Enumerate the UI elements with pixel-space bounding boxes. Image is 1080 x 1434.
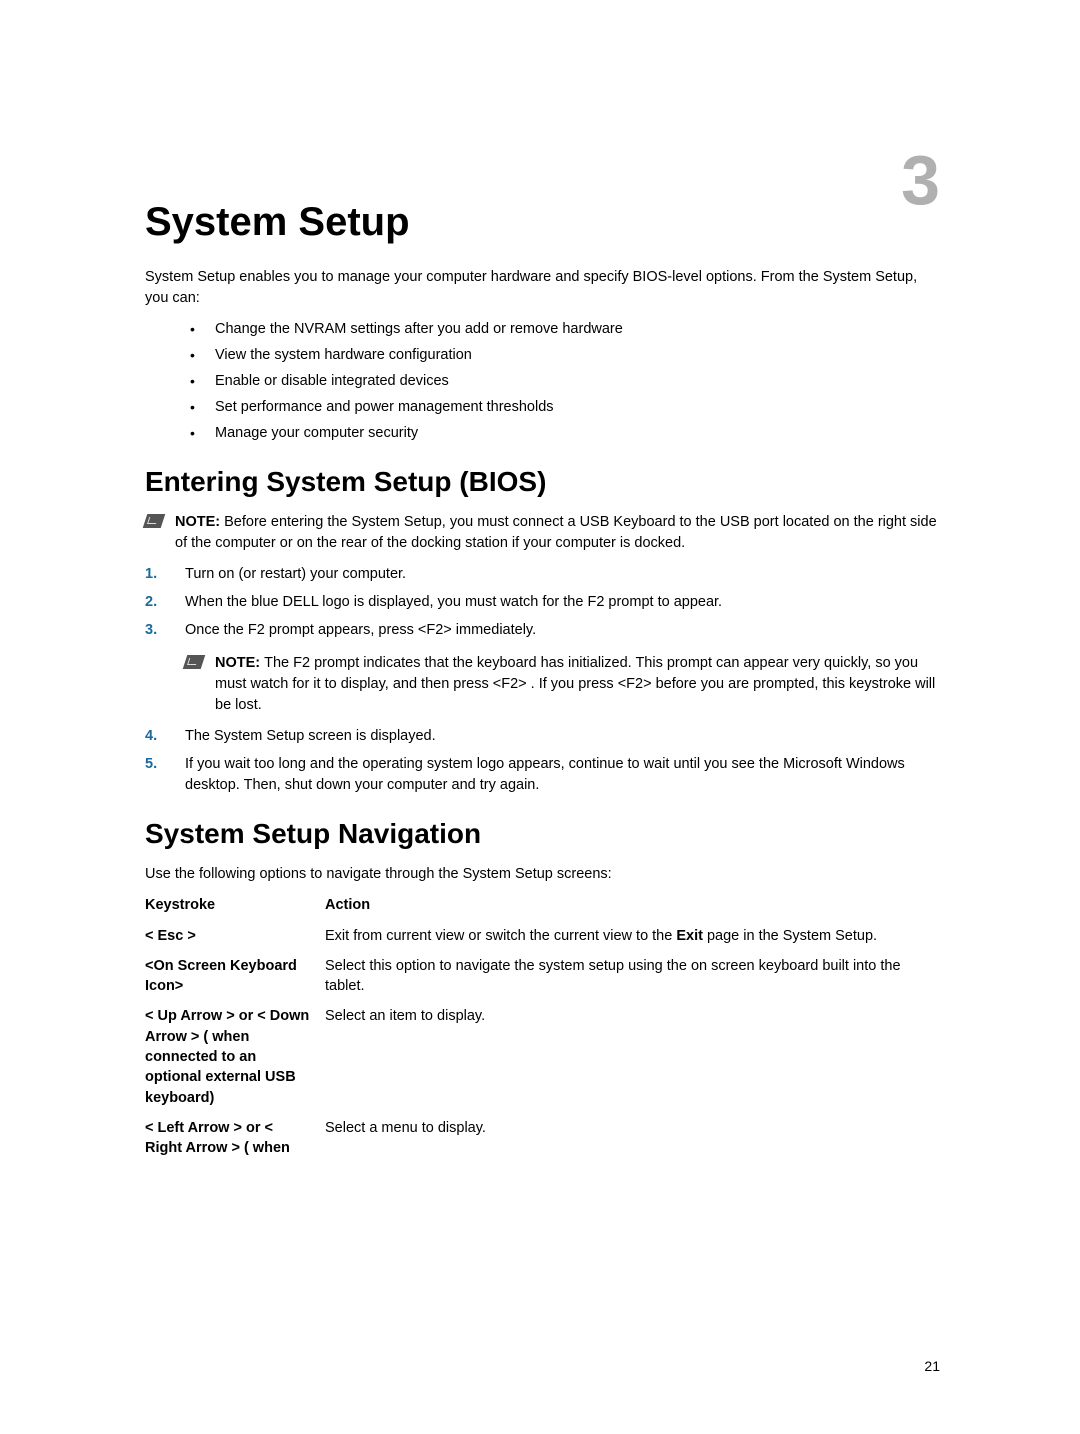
action-cell: Select this option to navigate the syste… (325, 956, 940, 997)
step-text: Once the F2 prompt appears, press <F2> i… (185, 622, 536, 638)
bullet-item: Set performance and power management thr… (190, 397, 940, 418)
step-text: If you wait too long and the operating s… (185, 756, 905, 793)
step-item: 2. When the blue DELL logo is displayed, … (145, 592, 940, 613)
step-text: When the blue DELL logo is displayed, yo… (185, 594, 722, 610)
navigation-table: Keystroke Action < Esc > Exit from curre… (145, 895, 940, 1158)
table-row: < Esc > Exit from current view or switch… (145, 926, 940, 946)
section2-intro: Use the following options to navigate th… (145, 864, 940, 885)
action-cell: Exit from current view or switch the cur… (325, 926, 940, 946)
note-text: NOTE: The F2 prompt indicates that the k… (215, 653, 940, 716)
keystroke-cell: < Up Arrow > or < Down Arrow > ( when co… (145, 1006, 325, 1107)
note-block: NOTE: Before entering the System Setup, … (145, 512, 940, 554)
step-number: 2. (145, 592, 157, 613)
steps-list-continued: 4.The System Setup screen is displayed. … (145, 726, 940, 796)
note-label: NOTE: (215, 655, 264, 671)
keystroke-cell: < Esc > (145, 926, 325, 946)
keystroke-cell: < Left Arrow > or < Right Arrow > ( when (145, 1118, 325, 1159)
bullet-item: View the system hardware configuration (190, 345, 940, 366)
note-block-inner: NOTE: The F2 prompt indicates that the k… (185, 653, 940, 716)
note-body: Before entering the System Setup, you mu… (175, 514, 937, 551)
note-text: NOTE: Before entering the System Setup, … (175, 512, 940, 554)
step-text: The System Setup screen is displayed. (185, 728, 436, 744)
bullet-item: Manage your computer security (190, 423, 940, 444)
section-heading-entering: Entering System Setup (BIOS) (145, 466, 940, 498)
action-text-post: page in the System Setup. (703, 928, 877, 944)
page-number: 21 (924, 1358, 940, 1374)
step-number: 4. (145, 726, 157, 747)
note-icon (143, 514, 166, 528)
step-item: 4. The System Setup screen is displayed. (145, 726, 940, 747)
intro-paragraph: System Setup enables you to manage your … (145, 267, 940, 309)
table-row: <On Screen Keyboard Icon> Select this op… (145, 956, 940, 997)
step-number: 3. (145, 620, 157, 641)
note-icon (183, 655, 206, 669)
note-label: NOTE: (175, 514, 224, 530)
page-title: System Setup (145, 200, 940, 245)
header-keystroke: Keystroke (145, 895, 325, 915)
table-header-row: Keystroke Action (145, 895, 940, 915)
section-heading-navigation: System Setup Navigation (145, 818, 940, 850)
steps-list: 1. Turn on (or restart) your computer. 2.… (145, 564, 940, 641)
step-item: 3. Once the F2 prompt appears, press <F2>… (145, 620, 940, 641)
step-text: Turn on (or restart) your computer. (185, 566, 406, 582)
table-row: < Left Arrow > or < Right Arrow > ( when… (145, 1118, 940, 1159)
table-row: < Up Arrow > or < Down Arrow > ( when co… (145, 1006, 940, 1107)
action-cell: Select a menu to display. (325, 1118, 940, 1159)
step-number: 5. (145, 754, 157, 775)
action-text-bold: Exit (676, 928, 703, 944)
keystroke-cell: <On Screen Keyboard Icon> (145, 956, 325, 997)
step-number: 1. (145, 564, 157, 585)
action-text-pre: Exit from current view or switch the cur… (325, 928, 676, 944)
bullet-item: Enable or disable integrated devices (190, 371, 940, 392)
step-item: 1. Turn on (or restart) your computer. (145, 564, 940, 585)
intro-bullet-list: Change the NVRAM settings after you add … (190, 319, 940, 444)
header-action: Action (325, 895, 940, 915)
note-body: The F2 prompt indicates that the keyboar… (215, 655, 935, 713)
step-item: 5. If you wait too long and the operating… (145, 754, 940, 796)
bullet-item: Change the NVRAM settings after you add … (190, 319, 940, 340)
chapter-number: 3 (901, 140, 940, 220)
action-cell: Select an item to display. (325, 1006, 940, 1107)
